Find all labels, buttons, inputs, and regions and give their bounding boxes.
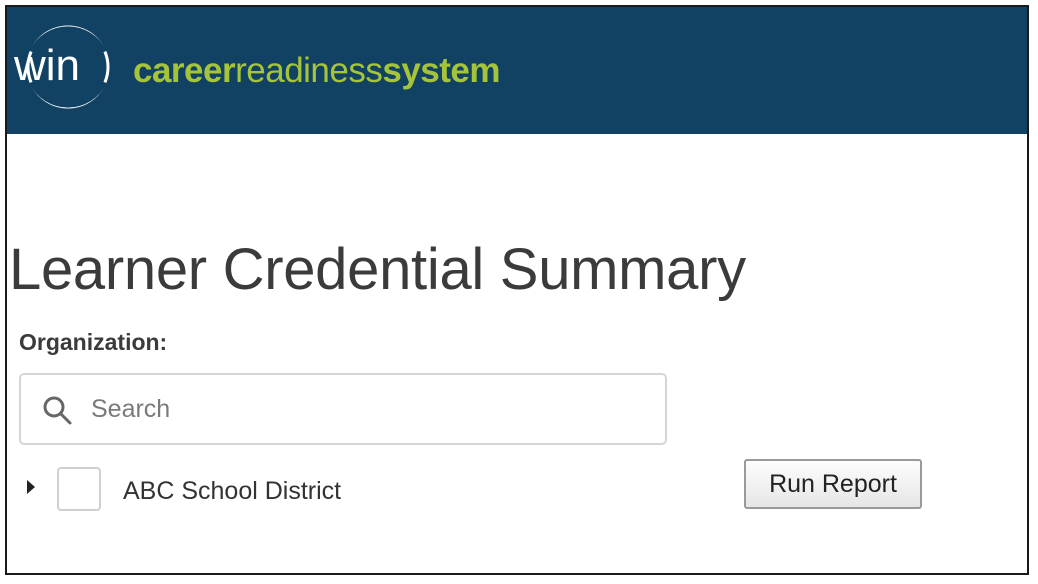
expand-caret-icon[interactable] [27,480,35,494]
logo-text: win [13,41,80,90]
organization-search-box[interactable] [19,373,667,445]
tree-item-label[interactable]: ABC School District [123,477,341,506]
page-title: Learner Credential Summary [9,237,746,302]
brand-readiness: readiness [235,51,383,90]
app-frame: win careerreadinesssystem Learner Creden… [5,5,1029,575]
brand-wordmark: careerreadinesssystem [133,51,501,91]
search-input[interactable] [91,383,651,435]
win-logo: win [13,25,110,109]
tree-item-abc-school-district: ABC School District [7,467,707,515]
organization-label: Organization: [19,329,168,355]
organization-checkbox[interactable] [57,467,101,511]
search-icon [43,396,72,425]
brand-career: career [133,51,236,90]
run-report-button[interactable]: Run Report [744,459,922,509]
brand-system: system [382,51,501,90]
top-banner: win careerreadinesssystem [7,7,1027,134]
